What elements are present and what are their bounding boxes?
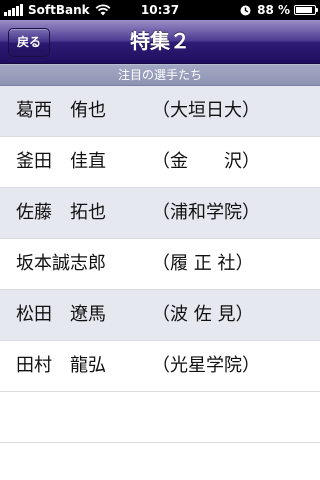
battery-icon (294, 5, 318, 15)
player-name: 釜田 佳直 (16, 151, 106, 172)
screen: SoftBank 10:37 88 % 特集２ 戻る 注目の選手たち 葛西 侑也… (0, 0, 320, 480)
status-bar: SoftBank 10:37 88 % (0, 0, 320, 20)
empty-row (0, 392, 320, 443)
list-item[interactable]: 松田 遼馬 （波 佐 見） (0, 290, 320, 341)
player-school: （浦和学院） (152, 202, 260, 223)
player-school: （履 正 社） (152, 253, 254, 274)
battery-fill (296, 7, 312, 13)
list-item[interactable]: 田村 龍弘 （光星学院） (0, 341, 320, 392)
player-school: （光星学院） (152, 355, 260, 376)
battery-percent: 88 % (257, 3, 290, 17)
list-item[interactable]: 釜田 佳直 （金 沢） (0, 137, 320, 188)
player-name: 田村 龍弘 (16, 355, 106, 376)
player-school: （金 沢） (152, 151, 260, 172)
status-right: 88 % (240, 0, 318, 20)
player-school: （大垣日大） (152, 100, 260, 121)
player-name: 坂本誠志郎 (16, 253, 106, 274)
player-name: 佐藤 拓也 (16, 202, 106, 223)
list-item[interactable]: 葛西 侑也 （大垣日大） (0, 86, 320, 137)
player-name: 葛西 侑也 (16, 100, 106, 121)
list-item[interactable]: 坂本誠志郎 （履 正 社） (0, 239, 320, 290)
list-item[interactable]: 佐藤 拓也 （浦和学院） (0, 188, 320, 239)
empty-row (0, 443, 320, 480)
player-school: （波 佐 見） (152, 304, 254, 325)
lock-icon (240, 5, 251, 15)
navigation-bar: 特集２ 戻る (0, 20, 320, 64)
back-button[interactable]: 戻る (8, 28, 51, 57)
player-name: 松田 遼馬 (16, 304, 106, 325)
player-list: 葛西 侑也 （大垣日大） 釜田 佳直 （金 沢） 佐藤 拓也 （浦和学院） 坂本… (0, 86, 320, 480)
section-header: 注目の選手たち (0, 64, 320, 86)
